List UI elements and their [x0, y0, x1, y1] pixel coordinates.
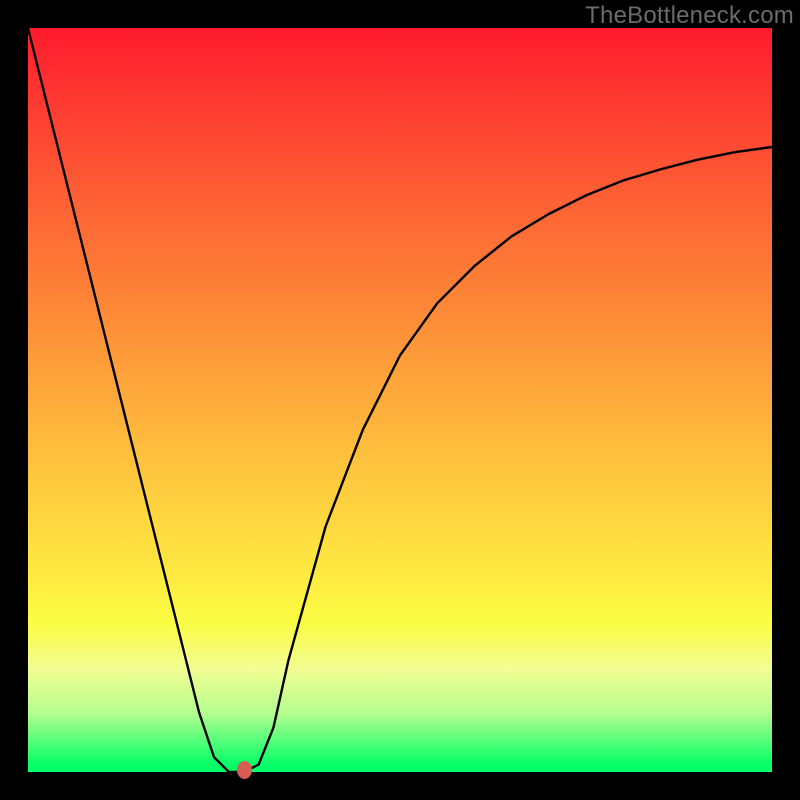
- chart-frame: TheBottleneck.com: [0, 0, 800, 800]
- bottleneck-curve: [28, 28, 772, 772]
- optimum-marker: [237, 761, 252, 779]
- plot-area: [28, 28, 772, 772]
- watermark-text: TheBottleneck.com: [585, 2, 794, 30]
